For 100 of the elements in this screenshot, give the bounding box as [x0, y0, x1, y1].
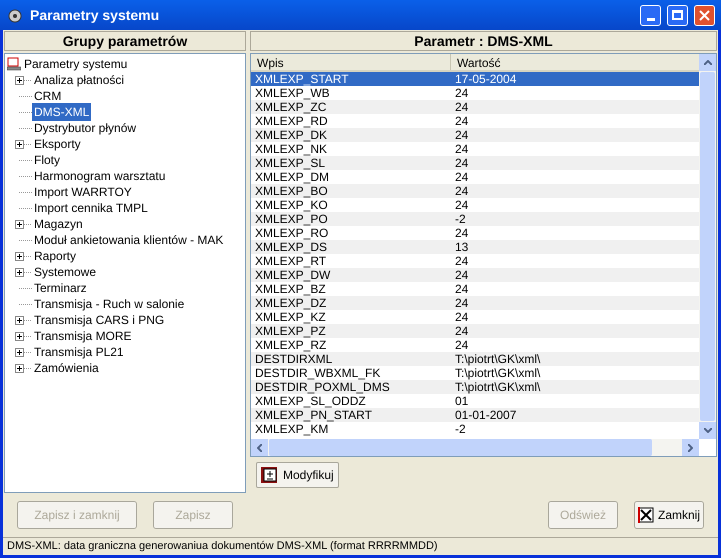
table-cell-text: 24 — [454, 338, 470, 352]
close-icon — [638, 507, 654, 524]
table-cell-text: 24 — [454, 184, 470, 198]
table-cell-text: 24 — [454, 226, 470, 240]
table-row[interactable]: XMLEXP_PN_START 01-01-2007 — [251, 408, 699, 422]
table-cell-text: 24 — [454, 114, 470, 128]
table-row[interactable]: XMLEXP_SL 24 — [251, 156, 699, 170]
table-cell-text: XMLEXP_WB — [254, 86, 331, 100]
status-bar: DMS-XML: data graniczna generowaniua dokumentów DMS-XML (format RRRRMMDD) — [3, 537, 718, 555]
table-cell-text: 24 — [454, 100, 470, 114]
tree-item[interactable]: Raporty — [32, 247, 78, 265]
tree-item[interactable]: Transmisja - Ruch w salonie — [32, 295, 186, 313]
table-cell-text: XMLEXP_DS — [254, 240, 328, 254]
table-cell-text: XMLEXP_NK — [254, 142, 328, 156]
table-cell-text: 24 — [454, 324, 470, 338]
expand-icon[interactable] — [15, 140, 32, 148]
table-cell-text: XMLEXP_PZ — [254, 324, 327, 338]
expand-icon[interactable] — [15, 76, 32, 84]
table-cell-text: -2 — [454, 212, 467, 226]
table-row[interactable]: DESTDIR_POXML_DMS T:\piotrt\GK\xml\ — [251, 380, 699, 394]
table-cell-text: 24 — [454, 254, 470, 268]
table-row[interactable]: XMLEXP_START 17-05-2004 — [251, 72, 699, 86]
table-cell-text: DESTDIR_POXML_DMS — [254, 380, 391, 394]
table-cell-text: XMLEXP_KZ — [254, 310, 327, 324]
table-cell-text: T:\piotrt\GK\xml\ — [454, 366, 542, 380]
table-row[interactable]: XMLEXP_DZ 24 — [251, 296, 699, 310]
tree-item[interactable]: Transmisja MORE — [32, 327, 134, 345]
table-cell-text: T:\piotrt\GK\xml\ — [454, 380, 542, 394]
table-cell-text: XMLEXP_KO — [254, 198, 329, 212]
close-icon — [699, 10, 710, 20]
table-cell-text: 24 — [454, 128, 470, 142]
vertical-scrollbar[interactable] — [699, 54, 716, 439]
tree-item[interactable]: Import WARRTOY — [32, 183, 134, 201]
tree-item[interactable]: Magazyn — [32, 215, 85, 233]
tree-item[interactable]: Parametry systemu — [5, 56, 245, 72]
expand-icon[interactable] — [15, 348, 32, 356]
tree-item[interactable]: Floty — [32, 151, 62, 169]
table-cell-text: 24 — [454, 156, 470, 170]
table-cell-text: XMLEXP_BZ — [254, 282, 327, 296]
table-cell-text: 01 — [454, 394, 470, 408]
tree-item[interactable]: Transmisja CARS i PNG — [32, 311, 166, 329]
table-cell-text: DESTDIR_WBXML_FK — [254, 366, 382, 380]
panel-header: Parametr : DMS-XML — [250, 31, 717, 51]
table-cell-text: T:\piotrt\GK\xml\ — [454, 352, 542, 366]
table-cell-text: XMLEXP_SL — [254, 156, 326, 170]
expand-icon[interactable] — [15, 332, 32, 340]
expand-icon[interactable] — [15, 316, 32, 324]
table-row[interactable]: XMLEXP_BO 24 — [251, 184, 699, 198]
table-row[interactable]: XMLEXP_ZC 24 — [251, 100, 699, 114]
tree-item[interactable]: Systemowe — [32, 263, 98, 281]
table-cell-text: XMLEXP_DZ — [254, 296, 328, 310]
table-cell-text: 24 — [454, 296, 470, 310]
table-cell-text: XMLEXP_KM — [254, 422, 330, 436]
expand-icon[interactable] — [15, 268, 32, 276]
horizontal-scrollbar[interactable] — [251, 439, 699, 456]
table-cell-text: XMLEXP_RT — [254, 254, 328, 268]
table-cell-text: XMLEXP_RZ — [254, 338, 328, 352]
column-header[interactable]: Wartość — [451, 54, 699, 70]
table-row[interactable]: XMLEXP_DS 13 — [251, 240, 699, 254]
table-cell-text: 01-01-2007 — [454, 408, 518, 422]
minimize-button[interactable] — [640, 4, 661, 26]
tree-item[interactable]: Dystrybutor płynów — [32, 119, 138, 137]
table-row[interactable]: XMLEXP_DK 24 — [251, 128, 699, 142]
tree-item[interactable]: Moduł ankietowania klientów - MAK — [32, 231, 226, 249]
table-cell-text: 24 — [454, 170, 470, 184]
tree-item[interactable]: CRM — [32, 87, 64, 105]
expand-icon[interactable] — [15, 364, 32, 372]
tree-item[interactable]: Harmonogram warsztatu — [32, 167, 168, 185]
table-row[interactable]: XMLEXP_DW 24 — [251, 268, 699, 282]
close-button[interactable] — [694, 4, 715, 26]
column-header[interactable]: Wpis — [251, 54, 451, 70]
modify-button[interactable]: Modyfikuj — [256, 462, 339, 488]
table-cell-text: DESTDIRXML — [254, 352, 334, 366]
table-cell-text: 24 — [454, 198, 470, 212]
tree-item[interactable]: DMS-XML — [32, 103, 92, 121]
table-cell-text: -2 — [454, 422, 467, 436]
expand-icon[interactable] — [15, 252, 32, 260]
tree-item[interactable]: Transmisja PL21 — [32, 343, 126, 361]
panel-header: Grupy parametrów — [4, 31, 246, 51]
table-row[interactable]: XMLEXP_PZ 24 — [251, 324, 699, 338]
table-cell-text: XMLEXP_RD — [254, 114, 329, 128]
expand-icon[interactable] — [15, 220, 32, 228]
table-cell-text: 24 — [454, 310, 470, 324]
table-row[interactable]: XMLEXP_PO -2 — [251, 212, 699, 226]
tree-item[interactable]: Eksporty — [32, 135, 83, 153]
table-cell-text: XMLEXP_DM — [254, 170, 330, 184]
table-cell-text: 24 — [454, 268, 470, 282]
tree-item[interactable]: Terminarz — [32, 279, 89, 297]
table-cell-text: 24 — [454, 86, 470, 100]
plus-minus-icon — [261, 467, 277, 484]
table-row[interactable]: DESTDIRXML T:\piotrt\GK\xml\ — [251, 352, 699, 366]
window-title: Parametry systemu — [30, 6, 160, 25]
tree-item[interactable]: Import cennika TMPL — [32, 199, 150, 217]
tree-item[interactable]: Analiza płatności — [32, 71, 126, 89]
close-button[interactable]: Zamknij — [634, 501, 704, 530]
table-cell-text: XMLEXP_SL_ODDZ — [254, 394, 367, 408]
table-cell-text: XMLEXP_PO — [254, 212, 329, 226]
maximize-button[interactable] — [667, 4, 688, 26]
table-cell-text: XMLEXP_PN_START — [254, 408, 373, 422]
tree-item[interactable]: Zamówienia — [32, 359, 101, 377]
